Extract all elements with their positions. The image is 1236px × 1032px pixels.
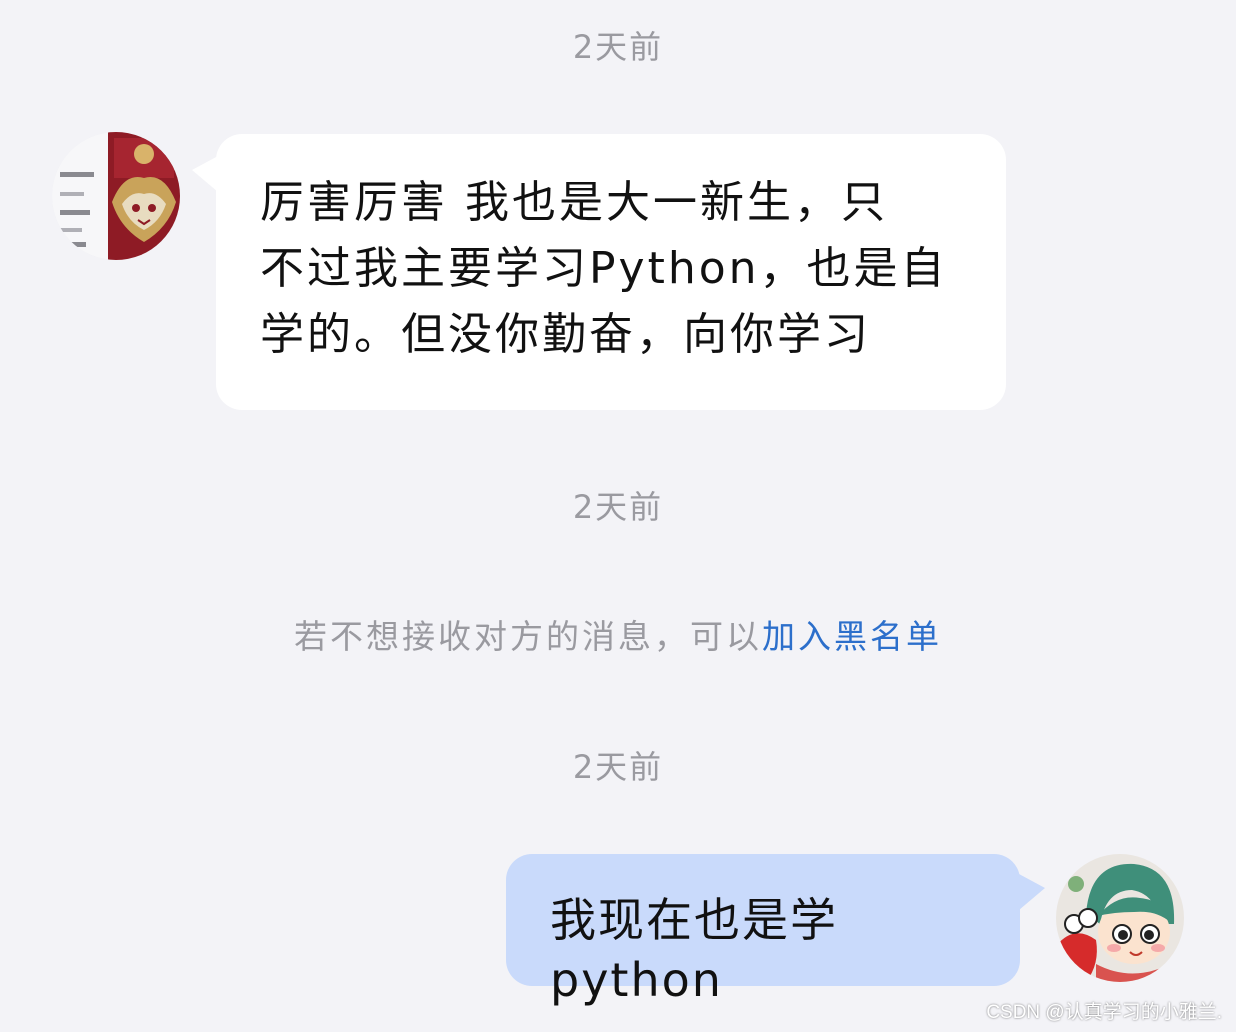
block-notice-text: 若不想接收对方的消息，可以	[294, 617, 762, 656]
message-line: 不过我主要学习Python，也是自	[260, 243, 948, 294]
message-timestamp: 2天前	[572, 28, 664, 66]
bubble-tail	[192, 156, 218, 192]
outgoing-message-bubble[interactable]: 我现在也是学python	[506, 854, 1020, 1007]
add-to-blacklist-link[interactable]: 加入黑名单	[762, 617, 942, 656]
message-line: 学的。但没你勤奋，向你学习	[260, 309, 871, 360]
message-timestamp: 2天前	[572, 488, 664, 526]
block-notice: 若不想接收对方的消息，可以加入黑名单	[0, 610, 1236, 658]
incoming-message-bubble[interactable]: 厉害厉害 我也是大一新生，只 不过我主要学习Python，也是自 学的。但没你勤…	[216, 134, 1006, 410]
dragon-avatar-icon[interactable]	[52, 132, 180, 260]
message-timestamp: 2天前	[572, 748, 664, 786]
cartoon-girl-avatar-icon[interactable]	[1056, 854, 1184, 982]
csdn-watermark: CSDN @认真学习的小雅兰.	[986, 1002, 1222, 1023]
message-text: 我现在也是学python	[550, 893, 838, 1007]
bubble-tail	[1019, 874, 1045, 910]
message-line: 厉害厉害 我也是大一新生，只	[260, 177, 888, 228]
